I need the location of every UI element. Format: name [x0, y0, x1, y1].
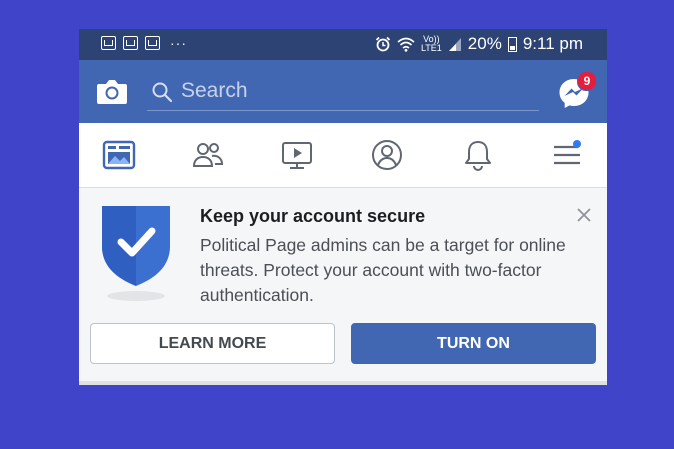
more-notifications-icon: ···: [170, 35, 187, 51]
messenger-badge: 9: [577, 71, 597, 91]
search-bar[interactable]: [147, 74, 539, 111]
phone-screen: ··· Vo)) LTE1 20% 9:11 pm Search 9 Keep …: [79, 29, 607, 385]
tab-menu[interactable]: [537, 123, 597, 187]
shield-check-icon: [102, 206, 170, 301]
tab-notifications[interactable]: [448, 123, 508, 187]
search-input[interactable]: [181, 78, 521, 104]
wifi-icon: [397, 37, 415, 52]
alarm-icon: [375, 36, 391, 52]
gmail-icon: [101, 36, 116, 50]
tab-watch[interactable]: [267, 123, 327, 187]
gmail-icon: [145, 36, 160, 50]
divider: [79, 381, 607, 385]
clock: 9:11 pm: [522, 34, 583, 53]
close-icon[interactable]: [575, 206, 593, 224]
watch-icon: [282, 142, 312, 169]
card-body: Political Page admins can be a target fo…: [200, 235, 566, 305]
learn-more-button[interactable]: LEARN MORE: [90, 323, 335, 364]
security-prompt-card: Keep your account secure Political Page …: [79, 188, 607, 381]
tab-profile[interactable]: [357, 123, 417, 187]
battery-icon: [507, 36, 517, 52]
card-title: Keep your account secure: [200, 206, 426, 226]
tab-friends[interactable]: [178, 123, 238, 187]
system-icons: Vo)) LTE1 20% 9:11 pm: [375, 34, 583, 54]
camera-icon[interactable]: [96, 76, 128, 106]
voicemail-icon: [123, 36, 138, 50]
battery-percent: 20%: [467, 34, 502, 53]
bell-icon: [465, 141, 491, 171]
notification-icons: ···: [101, 36, 187, 50]
news-feed-icon: [102, 140, 136, 170]
menu-notification-dot: [573, 140, 581, 148]
profile-icon: [372, 140, 402, 170]
status-bar: ··· Vo)) LTE1 20% 9:11 pm: [79, 29, 607, 60]
tab-news-feed[interactable]: [89, 123, 149, 187]
tab-bar: [79, 123, 607, 188]
search-icon: [152, 82, 173, 103]
turn-on-button[interactable]: TURN ON: [351, 323, 596, 364]
friends-icon: [192, 143, 224, 167]
app-header: 9: [79, 60, 607, 123]
signal-icon: [448, 37, 461, 51]
volte-indicator: Vo)) LTE1: [420, 34, 442, 53]
